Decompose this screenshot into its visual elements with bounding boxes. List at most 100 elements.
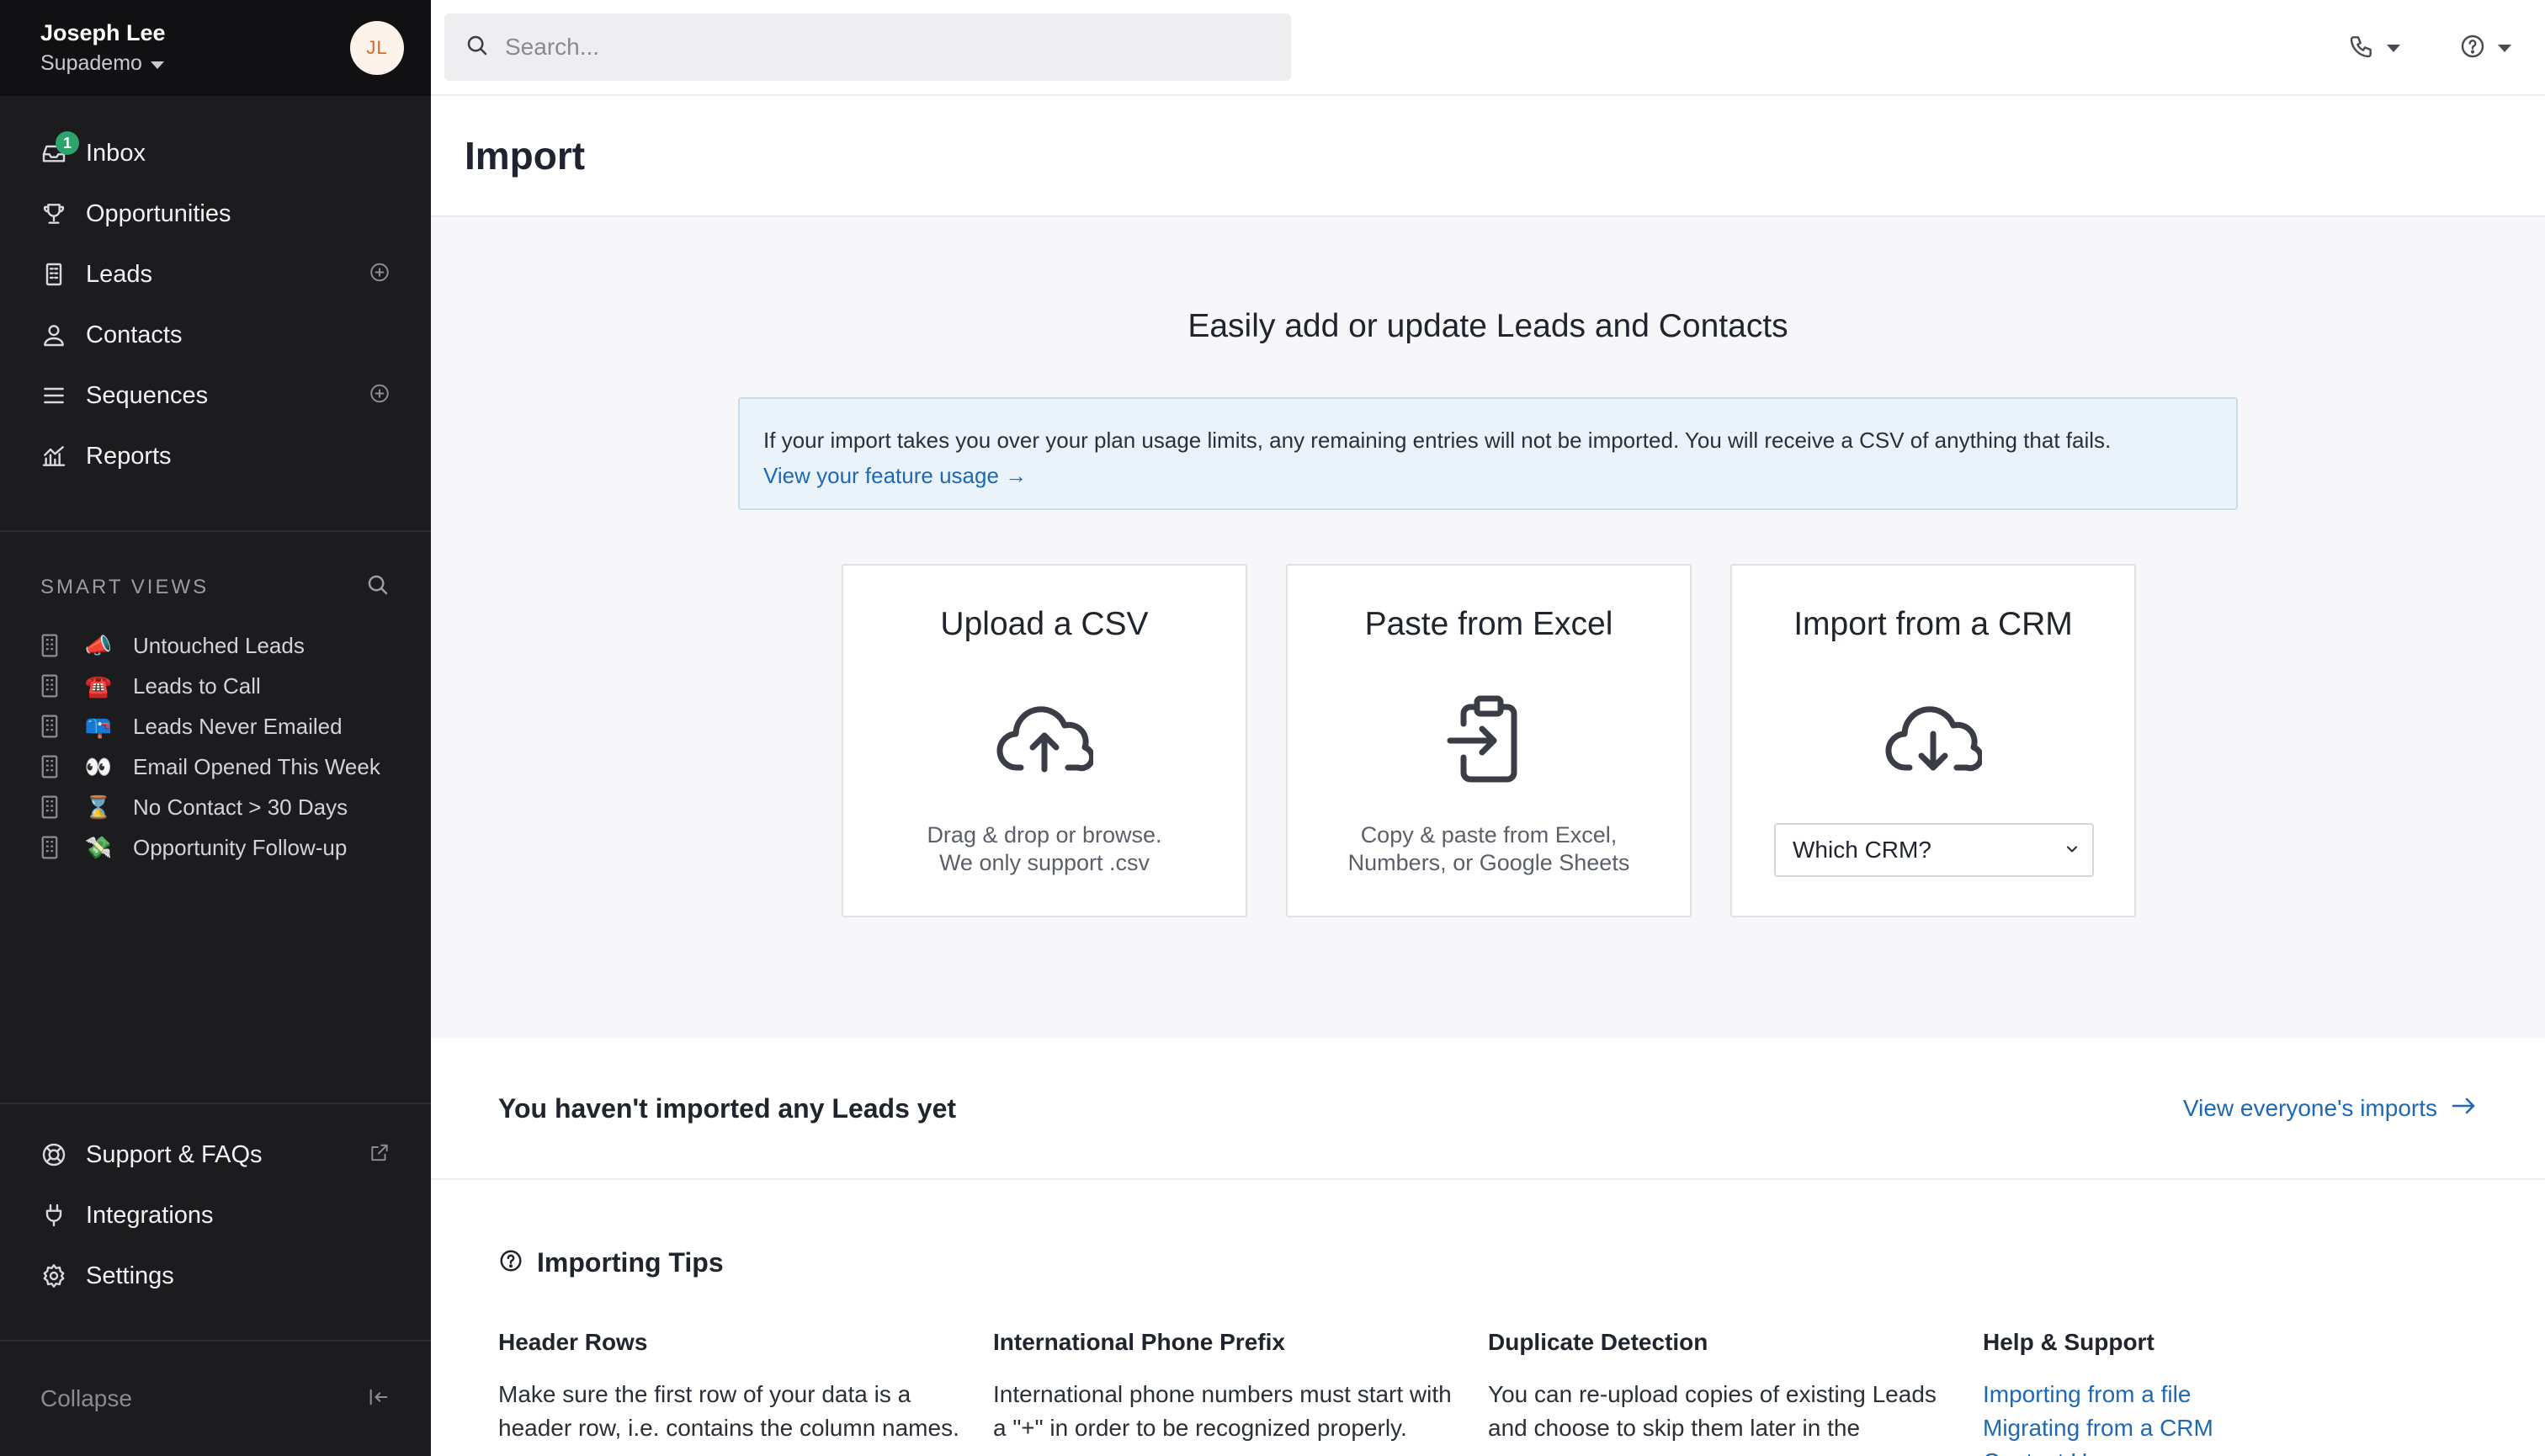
tips-columns: Header Rows Make sure the first row of y… <box>498 1329 2478 1456</box>
chevron-down-icon <box>150 61 164 69</box>
smart-view-emoji: 💸 <box>84 834 113 860</box>
building-icon <box>41 715 58 738</box>
usage-limit-notice: If your import takes you over your plan … <box>738 397 2238 510</box>
smart-view-emoji: 👀 <box>84 753 113 779</box>
import-crm-card[interactable]: Import from a CRM Which CRM? <box>1730 564 2136 917</box>
nav-item-integrations[interactable]: Integrations <box>0 1185 431 1246</box>
importing-file-link[interactable]: Importing from a file <box>1983 1378 2444 1411</box>
plug-icon <box>40 1202 67 1229</box>
nav-label-leads: Leads <box>86 260 153 288</box>
notice-text: If your import takes you over your plan … <box>763 428 2112 453</box>
cloud-upload-icon <box>843 697 1246 774</box>
building-icon <box>41 674 58 698</box>
main-nav: 1 Inbox Opportunities Leads Contacts Seq… <box>0 96 431 486</box>
smart-view-item[interactable]: 📣 Untouched Leads <box>0 625 431 666</box>
phone-icon <box>2348 33 2375 64</box>
smart-view-label: Leads Never Emailed <box>133 713 343 739</box>
inbox-icon: 1 <box>40 131 79 167</box>
building-icon <box>41 634 58 657</box>
account-info[interactable]: Joseph Lee Supademo <box>40 20 166 76</box>
nav-item-reports[interactable]: Reports <box>0 426 431 486</box>
paste-excel-card[interactable]: Paste from Excel Copy & paste from Excel… <box>1286 564 1692 917</box>
collapse-label: Collapse <box>40 1385 132 1411</box>
search-input[interactable] <box>505 34 1262 61</box>
nav-label-sequences: Sequences <box>86 381 209 409</box>
collapse-sidebar-button[interactable]: Collapse <box>0 1340 431 1456</box>
import-headline: Easily add or update Leads and Contacts <box>1187 308 1788 344</box>
smart-views-list: 📣 Untouched Leads ☎️ Leads to Call 📪 Lea… <box>0 625 431 868</box>
chevron-down-icon <box>2498 44 2511 52</box>
avatar[interactable]: JL <box>350 21 404 75</box>
tip-title: Header Rows <box>498 1329 648 1355</box>
chevron-down-icon <box>2387 44 2400 52</box>
lifebuoy-icon <box>40 1141 67 1168</box>
nav-label-reports: Reports <box>86 442 172 470</box>
tip-title: Duplicate Detection <box>1488 1329 1708 1355</box>
feature-usage-link[interactable]: View your feature usage → <box>763 463 1027 488</box>
nav-label-inbox: Inbox <box>86 139 146 167</box>
card-title: Paste from Excel <box>1364 606 1613 642</box>
nav-label-contacts: Contacts <box>86 321 183 348</box>
building-icon <box>41 836 58 859</box>
imports-empty-state: You haven't imported any Leads yet <box>498 1092 957 1124</box>
smart-views-title: SMART VIEWS <box>40 575 210 598</box>
chart-icon <box>40 443 67 470</box>
nav-item-opportunities[interactable]: Opportunities <box>0 183 431 244</box>
nav-item-contacts[interactable]: Contacts <box>0 305 431 365</box>
imports-history: You haven't imported any Leads yet View … <box>431 1039 2545 1180</box>
crm-select-value: Which CRM? <box>1793 837 1931 863</box>
clipboard-import-icon <box>1288 692 1690 783</box>
account-header[interactable]: Joseph Lee Supademo JL <box>0 0 431 96</box>
nav-item-inbox[interactable]: 1 Inbox <box>0 123 431 183</box>
help-menu-button[interactable] <box>2459 33 2511 64</box>
tips-header: Importing Tips <box>498 1247 2478 1278</box>
nav-item-settings[interactable]: Settings <box>0 1246 431 1306</box>
smart-view-item[interactable]: 📪 Leads Never Emailed <box>0 706 431 747</box>
card-title: Upload a CSV <box>940 606 1149 642</box>
upload-csv-card[interactable]: Upload a CSV Drag & drop or browse. We o… <box>842 564 1247 917</box>
migrating-crm-link[interactable]: Migrating from a CRM <box>1983 1411 2444 1445</box>
tip-body: You can re-upload copies of existing Lea… <box>1488 1381 1937 1456</box>
smart-view-item[interactable]: 👀 Email Opened This Week <box>0 747 431 787</box>
card-title: Import from a CRM <box>1793 606 2073 642</box>
contact-us-link[interactable]: Contact Us <box>1983 1445 2444 1456</box>
smart-view-item[interactable]: ☎️ Leads to Call <box>0 666 431 706</box>
nav-label-opportunities: Opportunities <box>86 199 231 227</box>
nav-label-settings: Settings <box>86 1262 174 1289</box>
sidebar-bottom: Support & FAQs Integrations Settings <box>0 1103 431 1306</box>
smart-view-emoji: ☎️ <box>84 672 113 699</box>
smart-view-emoji: ⌛ <box>84 794 113 820</box>
smart-view-emoji: 📪 <box>84 713 113 739</box>
help-circle-icon <box>498 1248 523 1278</box>
smart-view-item[interactable]: 💸 Opportunity Follow-up <box>0 827 431 868</box>
crm-select[interactable]: Which CRM? <box>1774 823 2094 877</box>
card-description: Copy & paste from Excel, Numbers, or Goo… <box>1288 821 1690 877</box>
smart-view-label: Opportunity Follow-up <box>133 834 348 860</box>
page-header: Import <box>431 96 2545 217</box>
org-switcher[interactable]: Supademo <box>40 51 166 76</box>
search-icon[interactable] <box>365 572 391 602</box>
add-lead-icon[interactable] <box>369 262 391 288</box>
person-icon <box>40 321 67 348</box>
nav-item-leads[interactable]: Leads <box>0 244 431 305</box>
nav-item-support[interactable]: Support & FAQs <box>0 1124 431 1185</box>
tip-intl-phone: International Phone Prefix International… <box>993 1329 1488 1456</box>
help-icon <box>2459 33 2486 64</box>
phone-menu-button[interactable] <box>2348 33 2400 64</box>
card-desc-line: We only support .csv <box>938 850 1150 875</box>
tip-header-rows: Header Rows Make sure the first row of y… <box>498 1329 993 1456</box>
card-desc-line: Numbers, or Google Sheets <box>1347 850 1630 875</box>
nav-item-sequences[interactable]: Sequences <box>0 365 431 426</box>
add-sequence-icon[interactable] <box>369 383 391 409</box>
collapse-arrow-icon <box>367 1385 391 1413</box>
top-actions <box>2348 0 2511 96</box>
top-bar <box>431 0 2545 96</box>
search-box[interactable] <box>444 13 1291 81</box>
view-all-imports-link[interactable]: View everyone's imports <box>2183 1095 2478 1122</box>
building-icon <box>41 755 58 778</box>
nav-label-support: Support & FAQs <box>86 1140 263 1168</box>
smart-view-item[interactable]: ⌛ No Contact > 30 Days <box>0 787 431 827</box>
org-name: Supademo <box>40 51 142 75</box>
inbox-count-badge: 1 <box>56 131 79 155</box>
arrow-right-icon <box>2451 1095 2478 1122</box>
